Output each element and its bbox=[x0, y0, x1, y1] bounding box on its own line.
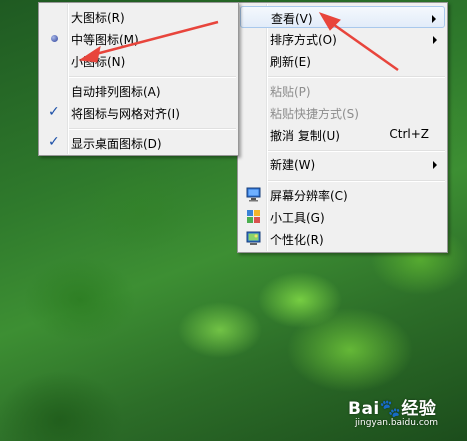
menu-item-shortcut: Ctrl+Z bbox=[389, 127, 429, 141]
submenu-item-medium-icons[interactable]: 中等图标(M) bbox=[41, 28, 236, 50]
menu-item-label: 自动排列图标(A) bbox=[71, 85, 161, 99]
menu-item-sort-by[interactable]: 排序方式(O) bbox=[240, 28, 445, 50]
menu-item-personalize[interactable]: 个性化(R) bbox=[240, 228, 445, 250]
personalize-icon bbox=[246, 231, 261, 245]
menu-item-screen-resolution[interactable]: 屏幕分辨率(C) bbox=[240, 184, 445, 206]
menu-item-label: 粘贴快捷方式(S) bbox=[270, 107, 359, 121]
menu-item-label: 屏幕分辨率(C) bbox=[270, 189, 348, 203]
menu-item-label: 小图标(N) bbox=[71, 55, 126, 69]
menu-separator bbox=[69, 128, 236, 130]
display-icon bbox=[246, 187, 261, 202]
gadgets-icon bbox=[247, 210, 260, 223]
submenu-item-small-icons[interactable]: 小图标(N) bbox=[41, 50, 236, 72]
view-submenu: 大图标(R) 中等图标(M) 小图标(N) 自动排列图标(A) ✓ 将图标与网格… bbox=[38, 2, 239, 156]
menu-separator bbox=[268, 180, 445, 182]
checkmark-icon: ✓ bbox=[48, 134, 60, 150]
menu-item-label: 中等图标(M) bbox=[71, 33, 139, 47]
menu-separator bbox=[268, 150, 445, 152]
menu-item-paste-shortcut[interactable]: 粘贴快捷方式(S) bbox=[240, 102, 445, 124]
menu-separator bbox=[268, 76, 445, 78]
menu-item-label: 排序方式(O) bbox=[270, 33, 337, 47]
menu-item-undo-copy[interactable]: 撤消 复制(U) Ctrl+Z bbox=[240, 124, 445, 146]
menu-item-gadgets[interactable]: 小工具(G) bbox=[240, 206, 445, 228]
menu-item-label: 小工具(G) bbox=[270, 211, 325, 225]
watermark-url: jingyan.baidu.com bbox=[355, 418, 439, 428]
menu-item-new[interactable]: 新建(W) bbox=[240, 153, 445, 175]
radio-selected-icon bbox=[51, 35, 58, 42]
checkmark-icon: ✓ bbox=[48, 104, 60, 120]
submenu-item-auto-arrange[interactable]: 自动排列图标(A) bbox=[41, 80, 236, 102]
submenu-item-large-icons[interactable]: 大图标(R) bbox=[41, 6, 236, 28]
menu-item-label: 大图标(R) bbox=[71, 11, 125, 25]
menu-item-label: 查看(V) bbox=[271, 12, 313, 26]
menu-item-label: 个性化(R) bbox=[270, 233, 324, 247]
submenu-arrow-icon bbox=[433, 36, 437, 44]
menu-item-label: 撤消 复制(U) bbox=[270, 129, 340, 143]
menu-item-label: 显示桌面图标(D) bbox=[71, 137, 162, 151]
submenu-item-align-to-grid[interactable]: ✓ 将图标与网格对齐(I) bbox=[41, 102, 236, 124]
baidu-watermark-logo: Bai🐾经验 bbox=[348, 399, 437, 419]
menu-separator bbox=[69, 76, 236, 78]
menu-item-label: 刷新(E) bbox=[270, 55, 311, 69]
desktop-context-menu: 查看(V) 排序方式(O) 刷新(E) 粘贴(P) 粘贴快捷方式(S) 撤消 复… bbox=[237, 2, 448, 253]
submenu-arrow-icon bbox=[432, 15, 436, 23]
menu-item-paste[interactable]: 粘贴(P) bbox=[240, 80, 445, 102]
menu-item-label: 将图标与网格对齐(I) bbox=[71, 107, 180, 121]
menu-item-label: 新建(W) bbox=[270, 158, 316, 172]
menu-item-refresh[interactable]: 刷新(E) bbox=[240, 50, 445, 72]
submenu-item-show-desktop-icons[interactable]: ✓ 显示桌面图标(D) bbox=[41, 132, 236, 154]
menu-item-label: 粘贴(P) bbox=[270, 85, 311, 99]
submenu-arrow-icon bbox=[433, 161, 437, 169]
menu-item-view[interactable]: 查看(V) bbox=[240, 6, 445, 28]
